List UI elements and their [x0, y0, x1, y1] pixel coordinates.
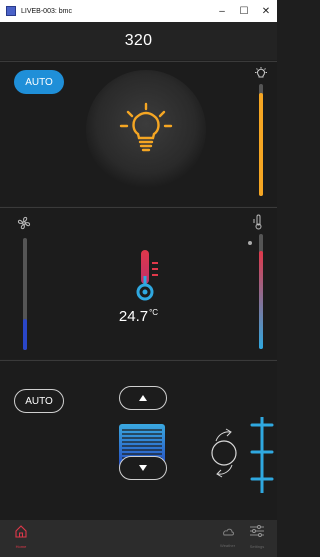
caret-down-icon [139, 465, 147, 471]
header: 320 [0, 22, 277, 60]
climate-panel: 24.7°C [0, 207, 277, 359]
brightness-slider[interactable] [259, 84, 263, 196]
thermometer-icon [136, 250, 158, 301]
home-icon [15, 525, 27, 538]
fan-speed-slider[interactable] [23, 238, 27, 350]
window-title: LIVEB-003: bmc [21, 7, 72, 15]
app-icon [6, 6, 16, 16]
temp-slider-marker [248, 241, 252, 245]
thermometer-small-icon [253, 214, 262, 230]
light-panel: AUTO [0, 61, 277, 206]
vent-panel: AUTO [0, 360, 277, 520]
tab-weather-label: Weather [220, 543, 236, 548]
brightness-slider-fill [259, 92, 263, 196]
temperature-slider[interactable] [259, 234, 263, 349]
vent-up-button[interactable] [119, 386, 167, 410]
bottom-tab-bar: Home Weather Settings [0, 520, 277, 557]
temperature-value: 24.7 [118, 308, 149, 325]
lightbulb-icon[interactable] [118, 102, 174, 158]
window-titlebar: LIVEB-003: bmc – ☐ ✕ [0, 0, 277, 22]
tab-settings[interactable]: Settings [249, 524, 265, 549]
tab-home[interactable]: Home [14, 524, 28, 549]
temperature-unit: °C [149, 308, 159, 317]
temperature-readout: 24.7°C [0, 308, 277, 325]
vent-auto-button[interactable]: AUTO [14, 389, 64, 413]
caret-up-icon [139, 395, 147, 401]
swing-position-slider[interactable] [250, 415, 274, 495]
header-value: 320 [124, 32, 153, 49]
cloud-icon [222, 528, 234, 536]
sliders-icon [250, 525, 264, 537]
fan-icon [17, 216, 31, 230]
vent-down-button[interactable] [119, 456, 167, 480]
close-button[interactable]: ✕ [255, 0, 277, 22]
tab-weather[interactable]: Weather [220, 524, 235, 548]
tab-settings-label: Settings [249, 544, 265, 549]
tab-home-label: Home [15, 544, 27, 549]
swing-knob-icon[interactable] [204, 423, 244, 483]
brightness-icon [255, 67, 267, 78]
maximize-button[interactable]: ☐ [233, 0, 255, 22]
temperature-slider-fill [259, 251, 263, 349]
light-auto-button[interactable]: AUTO [14, 70, 64, 94]
minimize-button[interactable]: – [211, 0, 233, 22]
